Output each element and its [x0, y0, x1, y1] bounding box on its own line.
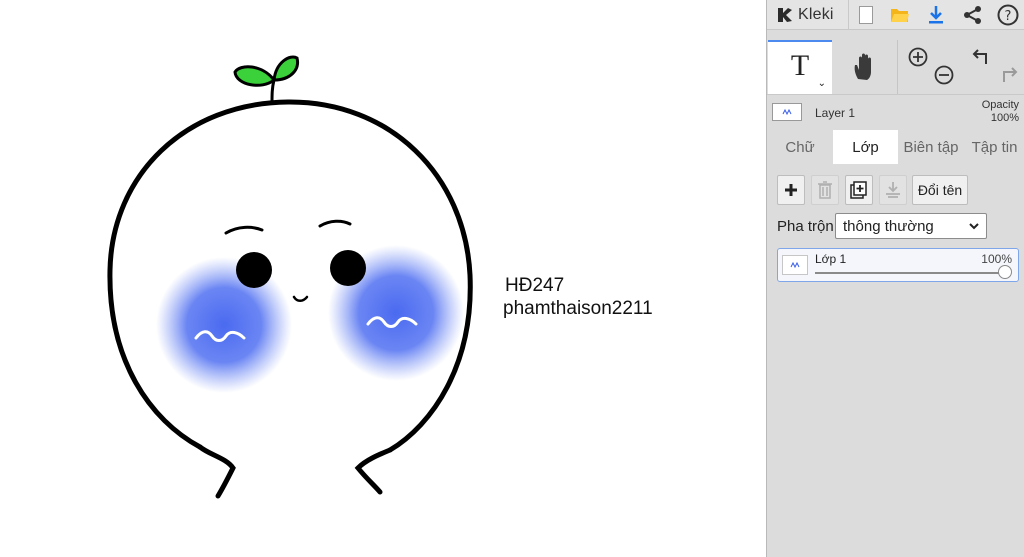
- current-layer-summary: Layer 1 Opacity 100%: [767, 94, 1024, 130]
- left-blush: [156, 257, 292, 393]
- trash-icon: [818, 181, 832, 199]
- layers-panel: Đổi tên Pha trộn thông thường Lớp 1 100%: [767, 164, 1024, 557]
- layer-name: Lớp 1: [815, 252, 847, 266]
- zoom-in-icon[interactable]: [907, 46, 929, 68]
- zoom-out-icon[interactable]: [933, 64, 955, 86]
- duplicate-layer-button[interactable]: [845, 175, 873, 205]
- new-image-button[interactable]: [850, 0, 882, 30]
- download-icon: [929, 6, 943, 24]
- canvas-text-line: phamthaison2211: [503, 298, 653, 319]
- tab-layers[interactable]: Lớp: [833, 130, 898, 164]
- app-name: Kleki: [798, 6, 834, 23]
- right-eyebrow: [318, 219, 352, 228]
- new-image-icon: [859, 6, 873, 24]
- plus-icon: [785, 184, 797, 196]
- right-eye: [330, 250, 366, 286]
- layer-thumbnail: [772, 103, 802, 121]
- history-controls: [963, 40, 1024, 94]
- current-layer-name: Layer 1: [815, 106, 856, 120]
- share-icon: [964, 6, 981, 24]
- help-icon: ?: [997, 4, 1019, 26]
- text-tool-button[interactable]: T ⌄: [768, 40, 832, 94]
- save-button[interactable]: [920, 0, 952, 30]
- sprout-leaf-left: [233, 65, 277, 87]
- hand-tool-button[interactable]: [833, 40, 897, 94]
- mouth: [292, 295, 309, 302]
- top-bar: Kleki ?: [767, 0, 1024, 30]
- text-tool-icon: T: [790, 49, 810, 82]
- divider: [848, 0, 849, 30]
- sprout-stem: [270, 78, 276, 105]
- drawing-canvas[interactable]: HĐ247 phamthaison2211: [0, 0, 766, 557]
- side-panel: Kleki ? T ⌄ Layer 1 Opacity 100% Chữ Lớp…: [766, 0, 1024, 557]
- merge-down-button[interactable]: [879, 175, 907, 205]
- opacity-value: 100%: [990, 112, 1019, 124]
- zoom-controls: [898, 40, 962, 94]
- tab-edit[interactable]: Biên tập: [898, 130, 964, 164]
- share-button[interactable]: [957, 0, 989, 30]
- canvas-drawing: [107, 55, 473, 499]
- help-button[interactable]: ?: [992, 0, 1024, 30]
- sprout-leaf-right: [272, 55, 300, 82]
- hand-tool-icon: [854, 53, 871, 80]
- svg-text:?: ?: [1005, 9, 1012, 24]
- add-layer-button[interactable]: [777, 175, 805, 205]
- delete-layer-button[interactable]: [811, 175, 839, 205]
- layer-thumbnail: [782, 255, 808, 275]
- blend-mode-value: thông thường: [843, 217, 934, 235]
- blend-mode-label: Pha trộn: [777, 218, 834, 235]
- chevron-down-icon[interactable]: ⌄: [818, 78, 826, 89]
- open-file-button[interactable]: [884, 0, 916, 30]
- right-limb: [354, 447, 393, 495]
- undo-icon[interactable]: [971, 47, 993, 67]
- layer-opacity-slider-track[interactable]: [815, 272, 1007, 274]
- canvas-text-line: HĐ247: [505, 275, 565, 296]
- panel-tabs: Chữ Lớp Biên tập Tập tin: [767, 130, 1024, 164]
- open-folder-icon: [891, 9, 909, 22]
- redo-icon[interactable]: [997, 65, 1019, 85]
- opacity-label: Opacity: [981, 99, 1019, 111]
- rename-layer-button[interactable]: Đổi tên: [912, 175, 968, 205]
- merge-down-icon: [886, 182, 900, 198]
- opacity-readout: Opacity 100%: [982, 99, 1019, 125]
- chevron-down-icon: [969, 223, 979, 230]
- layer-opacity-value: 100%: [981, 252, 1012, 266]
- duplicate-icon: [850, 181, 867, 199]
- left-eyebrow: [224, 225, 264, 235]
- left-limb: [197, 444, 236, 499]
- left-eye: [236, 252, 272, 288]
- layer-list-item[interactable]: Lớp 1 100%: [777, 248, 1019, 282]
- layer-opacity-slider-handle[interactable]: [998, 265, 1012, 279]
- app-logo[interactable]: Kleki: [775, 3, 834, 27]
- tab-text[interactable]: Chữ: [767, 130, 833, 164]
- blend-mode-select[interactable]: thông thường: [835, 213, 987, 239]
- kleki-logo-icon: [778, 8, 792, 22]
- tool-row: T ⌄: [767, 40, 1024, 94]
- tab-file[interactable]: Tập tin: [964, 130, 1024, 164]
- kleki-app: HĐ247 phamthaison2211 Kleki ? T ⌄ Layer …: [0, 0, 1024, 557]
